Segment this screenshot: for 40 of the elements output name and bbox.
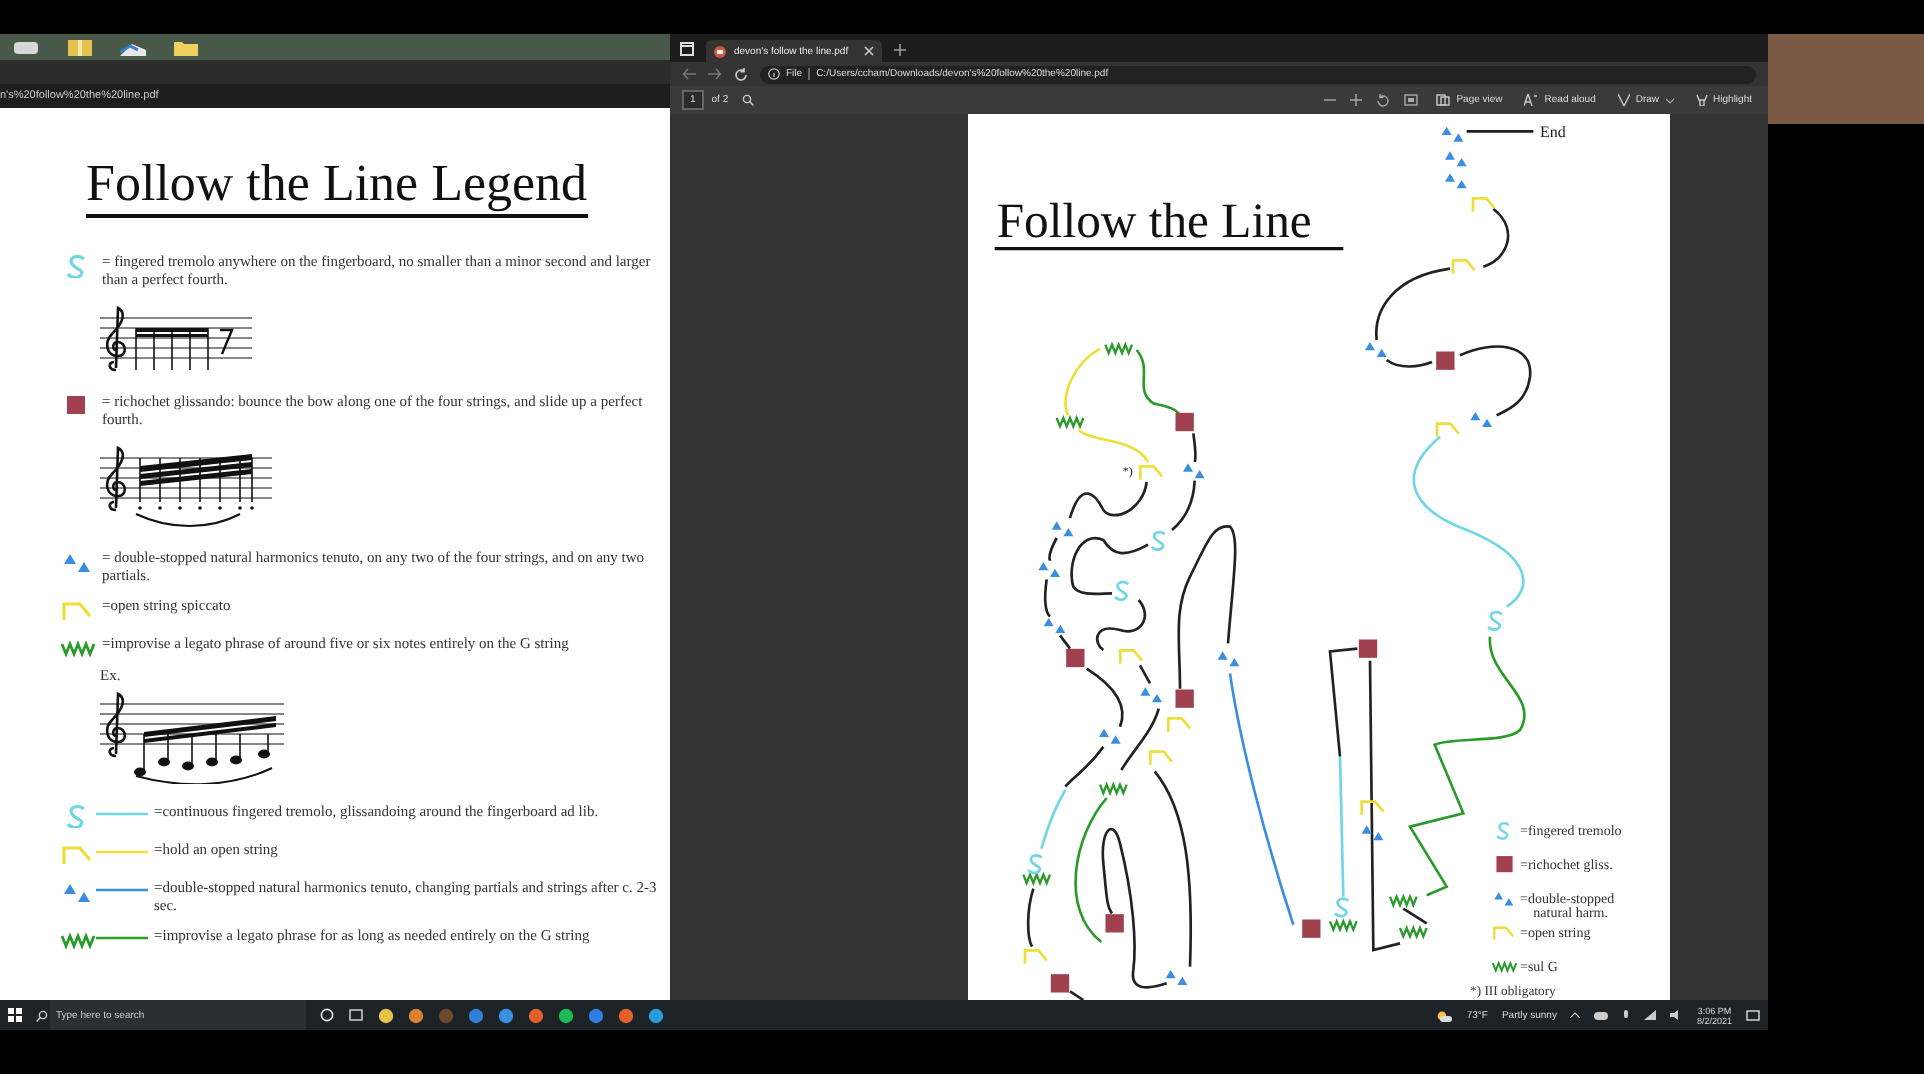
- fit-page-icon[interactable]: [1404, 94, 1419, 106]
- page-view-icon: [1436, 94, 1451, 106]
- bracket-icon: [1493, 926, 1515, 940]
- close-icon[interactable]: [864, 46, 874, 56]
- speaker-icon[interactable]: [1670, 1010, 1683, 1020]
- square-icon: [1496, 856, 1513, 873]
- circle-icon[interactable]: [320, 1008, 334, 1022]
- task-view-icon[interactable]: [348, 1008, 364, 1022]
- folder-icon[interactable]: [68, 39, 92, 55]
- triangles-icon: [1494, 892, 1514, 906]
- squiggle-icon: [1496, 822, 1510, 840]
- page-title: Follow the Line: [996, 194, 1312, 249]
- folder-icon[interactable]: [174, 39, 198, 55]
- pen-icon: [1617, 94, 1630, 106]
- computer-icon[interactable]: [12, 39, 40, 55]
- new-tab-icon[interactable]: [894, 44, 906, 56]
- start-icon[interactable]: [8, 1008, 22, 1022]
- info-icon: [768, 68, 780, 80]
- tab-actions-icon[interactable]: [680, 42, 694, 56]
- end-label: End: [1540, 122, 1566, 141]
- wifi-icon[interactable]: [1644, 1010, 1657, 1020]
- highlighter-icon: [1695, 94, 1708, 106]
- back-icon[interactable]: [682, 68, 696, 80]
- search-icon[interactable]: [36, 1009, 48, 1021]
- notification-icon[interactable]: [1746, 1009, 1760, 1021]
- chevron-down-icon: [1665, 97, 1674, 103]
- zigzag-icon: [1491, 960, 1518, 974]
- search-icon[interactable]: [742, 94, 755, 106]
- chevron-up-icon[interactable]: [1570, 1012, 1581, 1018]
- picture-icon[interactable]: [120, 39, 146, 55]
- weather-icon: [1436, 1009, 1453, 1021]
- read-aloud-icon: [1524, 94, 1539, 106]
- forward-icon[interactable]: [708, 68, 722, 80]
- cloud-icon[interactable]: [1594, 1010, 1609, 1020]
- refresh-icon[interactable]: [734, 67, 748, 81]
- zoom-out-icon[interactable]: [1324, 94, 1337, 106]
- page-title: Follow the Line Legend: [86, 156, 588, 218]
- pdf-file-icon: [714, 45, 726, 57]
- zoom-in-icon[interactable]: [1350, 94, 1363, 106]
- rotate-icon[interactable]: [1376, 93, 1391, 107]
